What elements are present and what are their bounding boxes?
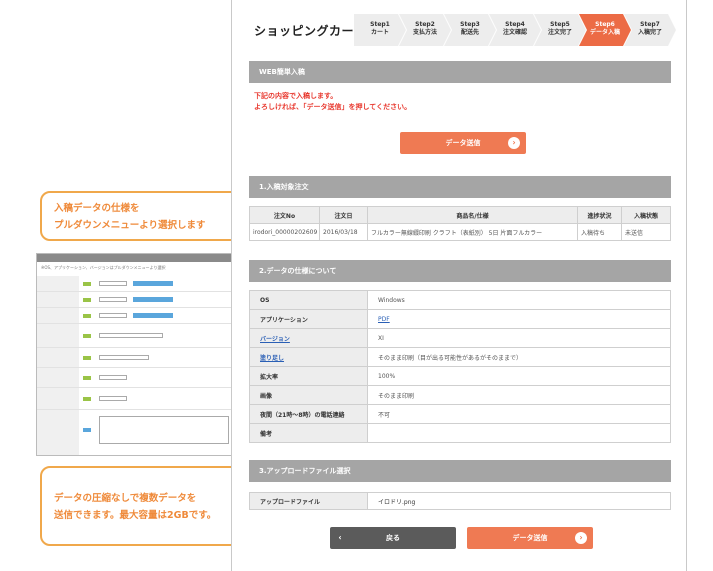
spec-value-bleed: そのまま印刷（目が出る可能性があるがそのままで） xyxy=(367,347,671,367)
col-order-no: 注文No xyxy=(249,206,320,224)
upload-section-header: 3.アップロードファイル選択 xyxy=(249,460,671,482)
main-panel: ショッピングカート Step1 カート Step2 支払方法 Step3 配送先 St… xyxy=(231,0,687,571)
spec-value-notes xyxy=(367,423,671,443)
table-row: irodori_00000202609 2016/03/18 フルカラー無線綴印… xyxy=(249,223,671,241)
upload-callout-line1: データの圧縮なしで複数データを xyxy=(54,493,197,504)
upload-callout-line2: 送信できます。最大容量は2GBです。 xyxy=(54,510,217,521)
notice-line1: 下記の内容で入稿します。 xyxy=(254,92,338,100)
spec-value-os: Windows xyxy=(367,290,671,310)
col-order-date: 注文日 xyxy=(319,206,368,224)
spec-key-app: アプリケーション xyxy=(249,309,368,329)
col-upload-status: 入稿状態 xyxy=(621,206,671,224)
spec-value-night-call: 不可 xyxy=(367,404,671,424)
spec-form-thumbnail: ※OS、アプリケーション、バージョンはプルダウンメニューより選択 xyxy=(36,253,232,456)
spec-key-os: OS xyxy=(249,290,368,310)
order-table: 注文No 注文日 商品名/仕様 進捗状況 入稿状態 irodori_000002… xyxy=(249,206,671,241)
spec-value-image: そのまま印刷 xyxy=(367,385,671,405)
spec-section-header: 2.データの仕様について xyxy=(249,260,671,282)
col-product: 商品名/仕様 xyxy=(367,206,578,224)
thumbnail-header xyxy=(37,254,231,262)
spec-callout: 入稿データの仕様を プルダウンメニューより選択します xyxy=(40,191,246,241)
submit-data-label-top: データ送信 xyxy=(445,139,481,147)
spec-key-notes: 備考 xyxy=(249,423,368,443)
progress-cell: 入稿待ち xyxy=(577,223,622,241)
order-date-cell: 2016/03/18 xyxy=(319,223,368,241)
notice-line2: よろしければ、「データ送信」を押してください。 xyxy=(254,103,412,111)
upload-file-key: アップロードファイル xyxy=(249,492,368,510)
upload-file-value: イロドリ.png xyxy=(367,492,671,510)
submit-data-button-bottom[interactable]: データ送信 › xyxy=(467,527,593,549)
step-1: Step1 カート xyxy=(354,14,406,46)
spec-key-night-call: 夜間（21時～8時）の電話連絡 xyxy=(249,404,368,424)
chevron-right-icon: › xyxy=(575,532,587,544)
spec-table: OS Windows アプリケーション PDF バージョン XI 塗り足し そのまま印刷… xyxy=(249,290,671,443)
order-section-header: 1.入稿対象注文 xyxy=(249,176,671,198)
upload-table: アップロードファイル イロドリ.png xyxy=(249,492,671,510)
spec-value-scale: 100% xyxy=(367,366,671,386)
web-upload-header: WEB簡単入稿 xyxy=(249,61,671,83)
page-title: ショッピングカート xyxy=(254,24,367,38)
spec-key-bleed-link[interactable]: 塗り足し xyxy=(260,355,284,362)
col-progress: 進捗状況 xyxy=(577,206,622,224)
chevron-right-icon: › xyxy=(508,137,520,149)
submit-data-label-bottom: データ送信 xyxy=(512,534,548,542)
upload-callout: データの圧縮なしで複数データを 送信できます。最大容量は2GBです。 xyxy=(40,466,246,546)
spec-value-app-link[interactable]: PDF xyxy=(378,316,390,323)
upload-status-cell: 未送信 xyxy=(621,223,671,241)
thumbnail-hint: ※OS、アプリケーション、バージョンはプルダウンメニューより選択 xyxy=(41,265,166,270)
back-button[interactable]: ‹ 戻る xyxy=(330,527,456,549)
spec-value-version: XI xyxy=(367,328,671,348)
order-no-cell: irodori_00000202609 xyxy=(249,223,320,241)
spec-callout-line2: プルダウンメニューより選択します xyxy=(54,220,206,231)
spec-key-scale: 拡大率 xyxy=(249,366,368,386)
submit-data-button-top[interactable]: データ送信 › xyxy=(400,132,526,154)
chevron-left-icon: ‹ xyxy=(338,533,342,542)
spec-key-version-link[interactable]: バージョン xyxy=(260,336,290,343)
spec-callout-line1: 入稿データの仕様を xyxy=(54,203,140,214)
back-label: 戻る xyxy=(386,534,400,542)
product-cell: フルカラー無線綴印刷 クラフト（表紙別） 5日 片面フルカラー xyxy=(367,223,578,241)
spec-key-image: 画像 xyxy=(249,385,368,405)
checkout-steps: Step1 カート Step2 支払方法 Step3 配送先 Step4 注文確認 St… xyxy=(354,14,676,46)
